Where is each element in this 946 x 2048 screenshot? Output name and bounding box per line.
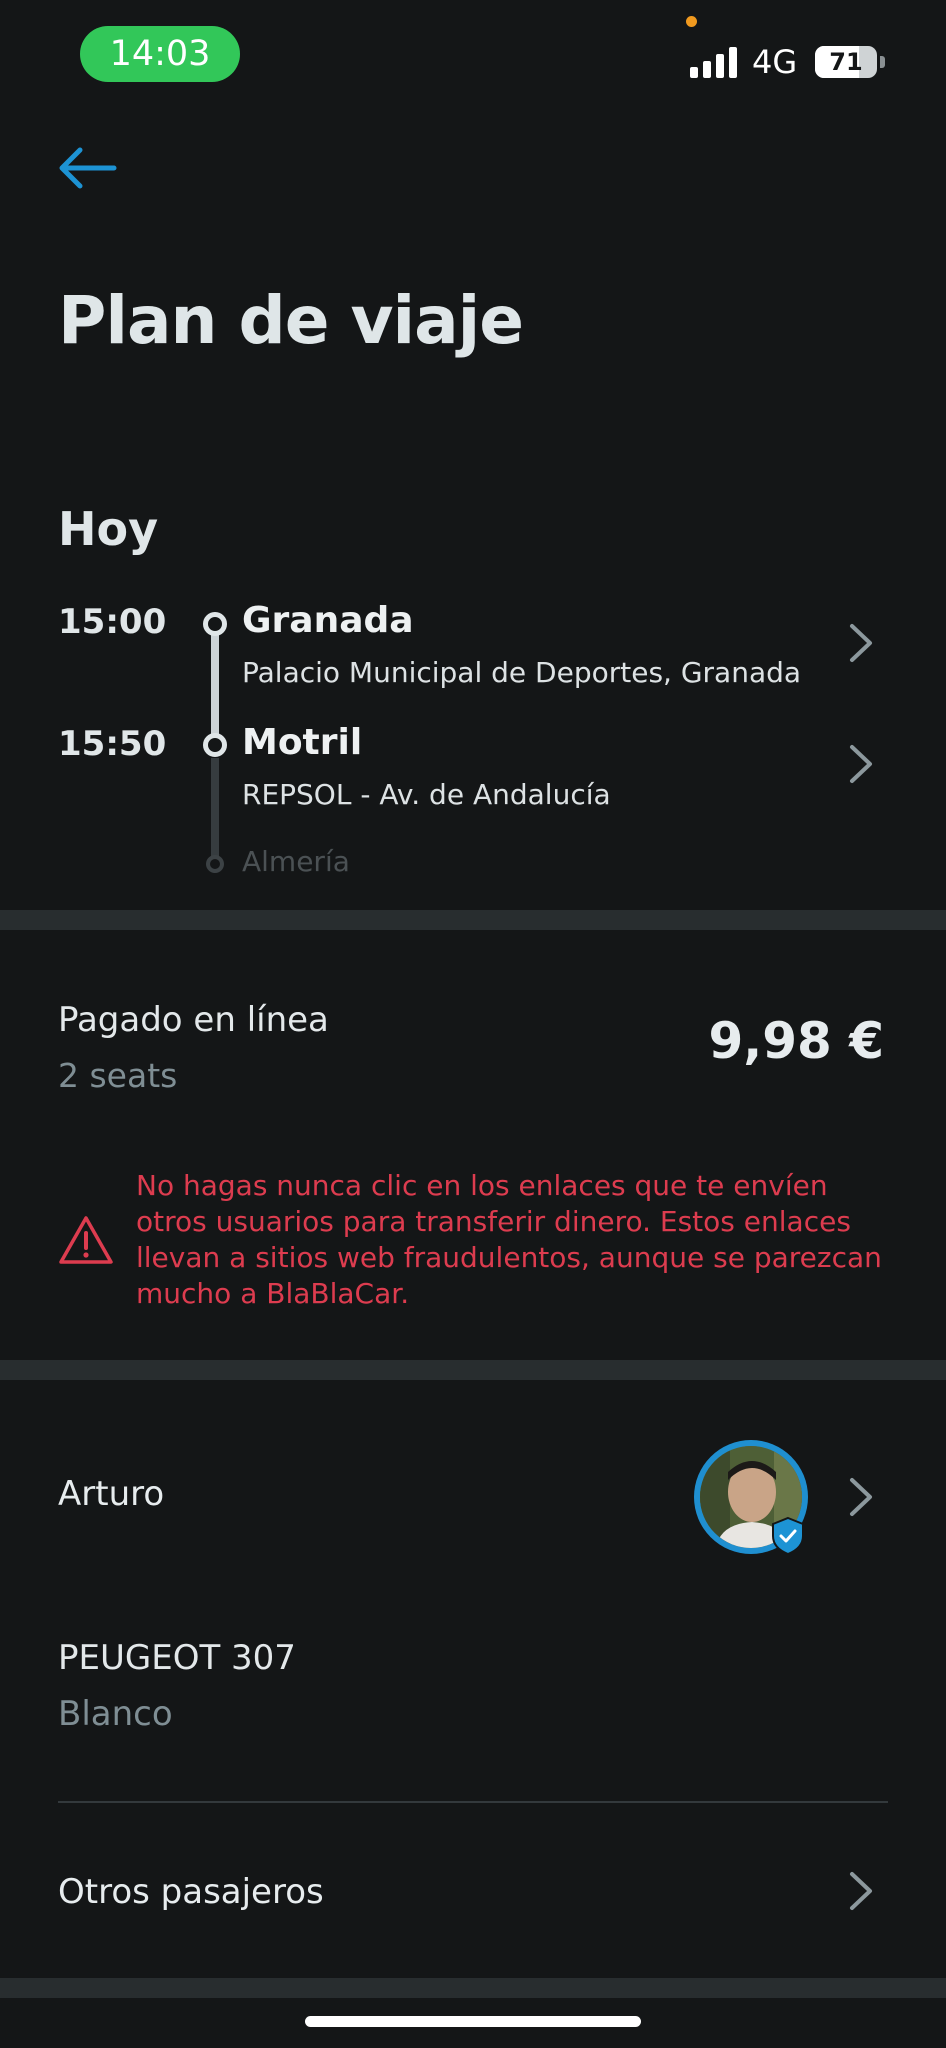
- network-type: 4G: [752, 43, 798, 81]
- day-label: Hoy: [58, 502, 159, 556]
- final-destination: Almería: [242, 845, 350, 878]
- cellular-signal-icon: [690, 46, 738, 78]
- stop-time: 15:50: [58, 724, 167, 764]
- fraud-warning-text: No hagas nunca clic en los enlaces que t…: [136, 1169, 882, 1310]
- chevron-right-icon: [850, 745, 872, 783]
- route-line-active: [211, 626, 219, 736]
- stop-city: Motril: [242, 722, 363, 763]
- battery-level: 71: [829, 48, 863, 76]
- route-dot-destination: [206, 855, 224, 873]
- verified-shield-icon: [772, 1516, 804, 1556]
- section-divider: [0, 1978, 946, 1998]
- route-dot-stop: [203, 733, 227, 757]
- battery-icon: 71: [815, 46, 877, 78]
- seats-count: 2 seats: [58, 1056, 178, 1095]
- car-model: PEUGEOT 307: [58, 1638, 296, 1678]
- payment-label: Pagado en línea: [58, 1000, 329, 1040]
- stop-time: 15:00: [58, 602, 167, 642]
- status-time: 14:03: [80, 26, 240, 82]
- home-indicator[interactable]: [305, 2016, 641, 2027]
- stop-address: Palacio Municipal de Deportes, Granada: [242, 656, 802, 689]
- chevron-right-icon: [850, 624, 872, 662]
- arrow-left-icon: [59, 147, 117, 189]
- section-divider: [0, 910, 946, 930]
- other-passengers-label: Otros pasajeros: [58, 1872, 324, 1912]
- stop-city: Granada: [242, 600, 414, 641]
- driver-name: Arturo: [58, 1474, 165, 1514]
- route-dot-origin: [203, 612, 227, 636]
- driver-avatar[interactable]: [694, 1440, 808, 1556]
- price: 9,98 €: [708, 1012, 884, 1070]
- car-color: Blanco: [58, 1694, 173, 1734]
- chevron-right-icon: [850, 1872, 872, 1910]
- battery-cap: [880, 56, 885, 68]
- divider: [58, 1801, 888, 1803]
- privacy-indicator-dot: [686, 16, 697, 27]
- back-button[interactable]: [52, 140, 124, 196]
- chevron-right-icon: [850, 1478, 872, 1516]
- page-title: Plan de viaje: [58, 282, 524, 359]
- section-divider: [0, 1360, 946, 1380]
- route-line-remaining: [211, 758, 219, 858]
- status-bar: 14:03 4G 71: [0, 0, 946, 110]
- warning-triangle-icon: [59, 1216, 113, 1264]
- stop-address: REPSOL - Av. de Andalucía: [242, 778, 611, 811]
